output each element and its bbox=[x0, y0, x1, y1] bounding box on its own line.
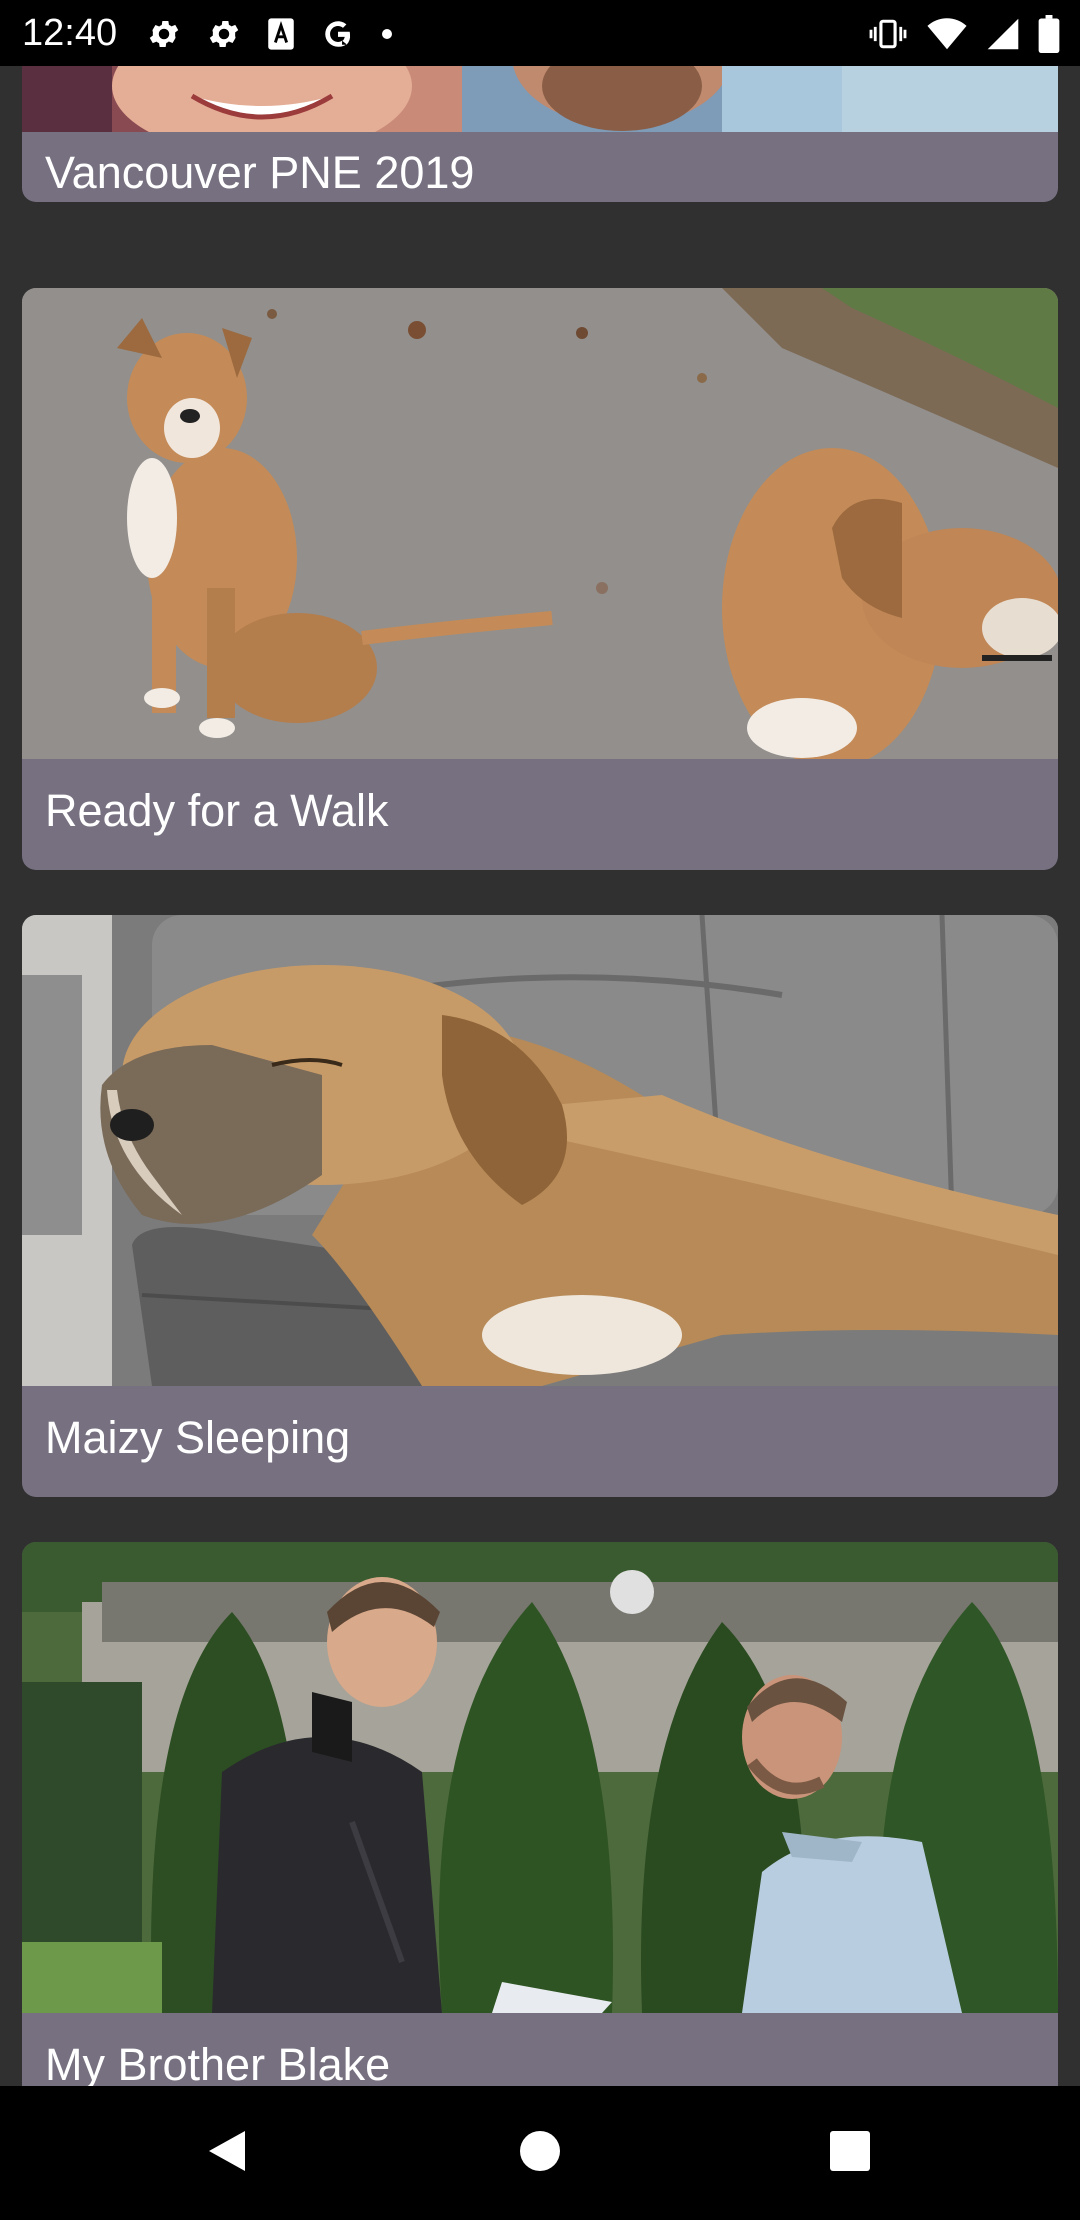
home-icon bbox=[518, 2129, 562, 2178]
couple-smiling-photo bbox=[22, 66, 1058, 132]
card-title: Vancouver PNE 2019 bbox=[45, 147, 475, 198]
photo-card[interactable]: My Brother Blake bbox=[22, 1542, 1058, 2086]
card-title: My Brother Blake bbox=[45, 2039, 391, 2086]
photo-card[interactable]: Vancouver PNE 2019 bbox=[22, 66, 1058, 202]
gear-icon bbox=[146, 16, 182, 52]
photo-card[interactable]: Ready for a Walk bbox=[22, 288, 1058, 870]
two-men-in-garden-photo bbox=[22, 1542, 1058, 2013]
wifi-icon bbox=[926, 17, 968, 51]
gear-icon bbox=[206, 16, 242, 52]
photo-feed[interactable]: Vancouver PNE 2019 Ready for a Walk Maiz… bbox=[0, 66, 1080, 2086]
card-title: Ready for a Walk bbox=[45, 785, 389, 836]
two-dogs-on-path-photo bbox=[22, 288, 1058, 759]
status-time: 12:40 bbox=[22, 12, 118, 54]
notification-icons bbox=[146, 14, 394, 54]
system-icons bbox=[868, 14, 1060, 54]
back-icon bbox=[205, 2127, 249, 2180]
battery-icon bbox=[1038, 15, 1060, 53]
dot-icon bbox=[380, 27, 394, 41]
recents-button[interactable] bbox=[790, 2086, 910, 2220]
back-button[interactable] bbox=[167, 2086, 287, 2220]
vibrate-icon bbox=[868, 17, 908, 51]
translate-icon bbox=[266, 17, 296, 51]
navigation-bar bbox=[0, 2086, 1080, 2220]
home-button[interactable] bbox=[480, 2086, 600, 2220]
cell-signal-icon bbox=[986, 17, 1020, 51]
recents-icon bbox=[829, 2130, 871, 2177]
google-icon bbox=[320, 16, 356, 52]
dog-sleeping-on-couch-photo bbox=[22, 915, 1058, 1386]
photo-card[interactable]: Maizy Sleeping bbox=[22, 915, 1058, 1497]
card-title: Maizy Sleeping bbox=[45, 1412, 351, 1463]
status-bar: 12:40 bbox=[0, 0, 1080, 66]
